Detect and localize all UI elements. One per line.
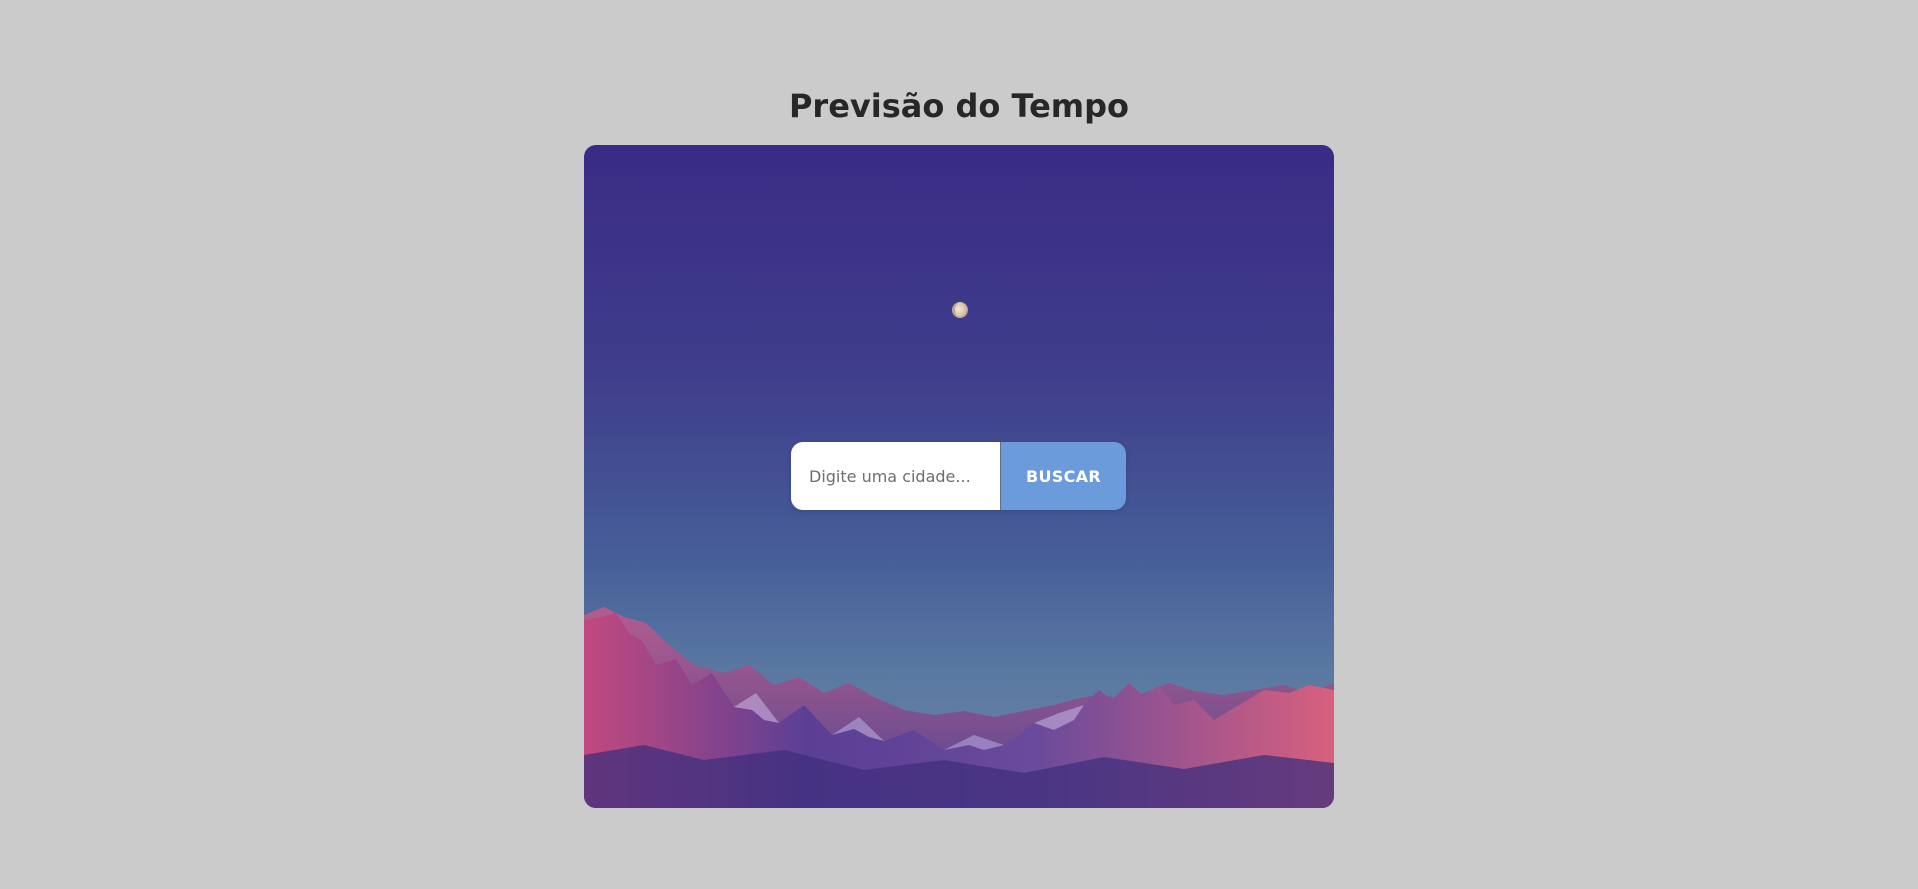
city-search-input[interactable] (791, 442, 1001, 510)
moon-icon (952, 302, 968, 318)
page-title: Previsão do Tempo (788, 87, 1130, 125)
search-button[interactable]: BUSCAR (1001, 442, 1126, 510)
search-bar: BUSCAR (791, 442, 1126, 510)
